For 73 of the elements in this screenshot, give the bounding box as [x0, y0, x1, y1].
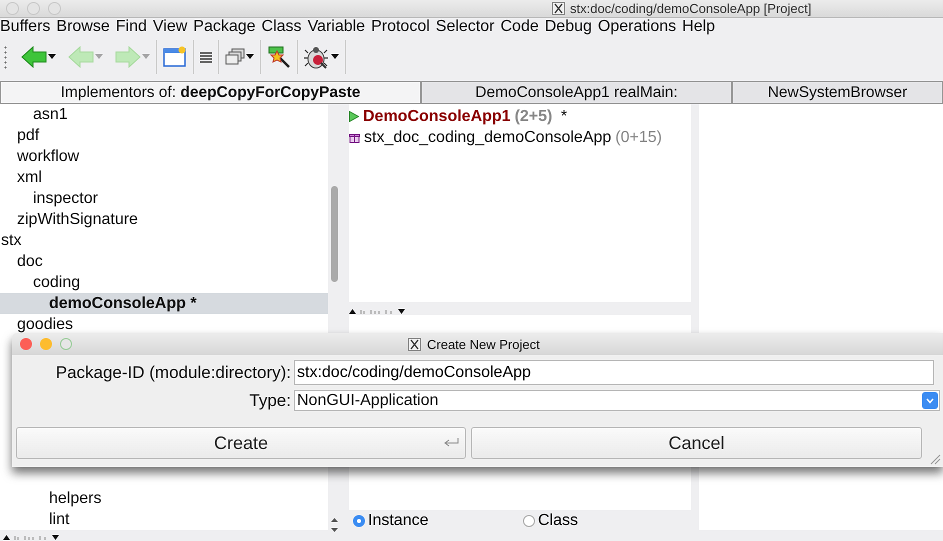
minimize-button[interactable] [27, 2, 40, 15]
class-name: DemoConsoleApp1 [363, 108, 511, 126]
menu-item[interactable]: Class [262, 18, 307, 36]
field-label: Package-ID (module:directory): [54, 362, 291, 382]
menu-item[interactable]: Help [682, 18, 720, 36]
menu-item[interactable]: Find [116, 18, 152, 36]
tree-item[interactable]: lint [0, 509, 328, 530]
menu-item[interactable]: Variable [308, 18, 370, 36]
radio-button[interactable]: Instance [349, 512, 519, 530]
modified-marker: * [560, 108, 568, 126]
field-label: Type: [248, 390, 291, 410]
zoom-button[interactable] [48, 2, 61, 15]
package-id-field[interactable]: stx:doc/coding/demoConsoleApp [294, 360, 934, 385]
zoom-button[interactable] [60, 338, 72, 350]
back-arrow-icon [21, 46, 47, 68]
menu-item[interactable]: Package [193, 18, 261, 36]
tree-item[interactable]: helpers [0, 488, 328, 509]
wand-icon [267, 45, 291, 69]
tab[interactable]: Implementors of: deepCopyForCopyPaste [0, 82, 421, 104]
class-item[interactable]: stx_doc_coding_demoConsoleApp (0+15) [349, 127, 691, 148]
tree-item[interactable]: zipWithSignature [0, 209, 328, 230]
forward-arrow-icon [115, 46, 141, 68]
window-title: stx:doc/coding/demoConsoleApp [Project] [570, 1, 812, 16]
class-name: stx_doc_coding_demoConsoleApp [364, 128, 612, 146]
tree-item[interactable]: asn1 [0, 104, 328, 125]
tree-item[interactable]: doc [0, 251, 328, 272]
dialog-button[interactable]: Create [16, 427, 466, 459]
x-logo-icon [408, 338, 421, 350]
tab[interactable]: NewSystemBrowser [732, 82, 943, 104]
method-count: (2+5) [514, 108, 552, 126]
dropdown-caret-icon [246, 54, 254, 60]
tree-item[interactable]: stx [0, 230, 328, 251]
dialog-title: Create New Project [427, 336, 540, 352]
tree-item[interactable]: goodies [0, 314, 328, 335]
tab[interactable]: DemoConsoleApp1 realMain: [421, 82, 732, 104]
dropdown-caret-icon [142, 54, 150, 60]
bug-icon [304, 45, 330, 69]
tree-item[interactable]: workflow [0, 146, 328, 167]
dialog-button[interactable]: Cancel [471, 427, 922, 459]
scroll-arrows-icon[interactable] [331, 518, 338, 532]
tree-item[interactable]: demoConsoleApp * [0, 293, 328, 314]
tree-item[interactable]: pdf [0, 125, 328, 146]
radio-button[interactable]: Class [519, 512, 689, 530]
play-icon [349, 111, 359, 122]
back-arrow-icon [68, 46, 94, 68]
resize-grip-icon[interactable] [930, 454, 941, 465]
minimize-button[interactable] [40, 338, 52, 350]
scrollbar-thumb[interactable] [331, 186, 338, 282]
dropdown-caret-icon [331, 54, 339, 60]
close-button[interactable] [6, 2, 19, 15]
tree-item[interactable]: coding [0, 272, 328, 293]
tree-item[interactable]: inspector [0, 188, 328, 209]
new-window-icon [163, 46, 187, 68]
close-button[interactable] [20, 338, 32, 350]
method-count: (0+15) [615, 128, 662, 146]
menu-item[interactable]: Browse [56, 18, 115, 36]
menu-item[interactable]: Protocol [371, 18, 435, 36]
menu-item[interactable]: Buffers [0, 18, 56, 36]
menu-item[interactable]: View [152, 18, 192, 36]
dropdown-caret-icon [95, 54, 103, 60]
list-icon [200, 52, 212, 62]
type-dropdown[interactable]: NonGUI-Application [294, 390, 940, 411]
menu-item[interactable]: Code [500, 18, 544, 36]
menu-item[interactable]: Selector [436, 18, 500, 36]
dropdown-caret-icon [48, 54, 56, 60]
menu-item[interactable]: Debug [544, 18, 597, 36]
return-key-icon [443, 437, 459, 448]
gift-icon [349, 132, 360, 143]
tree-item[interactable]: xml [0, 167, 328, 188]
windows-icon [225, 48, 245, 66]
menu-item[interactable]: Operations [598, 18, 682, 36]
x-logo-icon [552, 2, 565, 15]
class-item[interactable]: DemoConsoleApp1 (2+5) * [349, 106, 691, 127]
